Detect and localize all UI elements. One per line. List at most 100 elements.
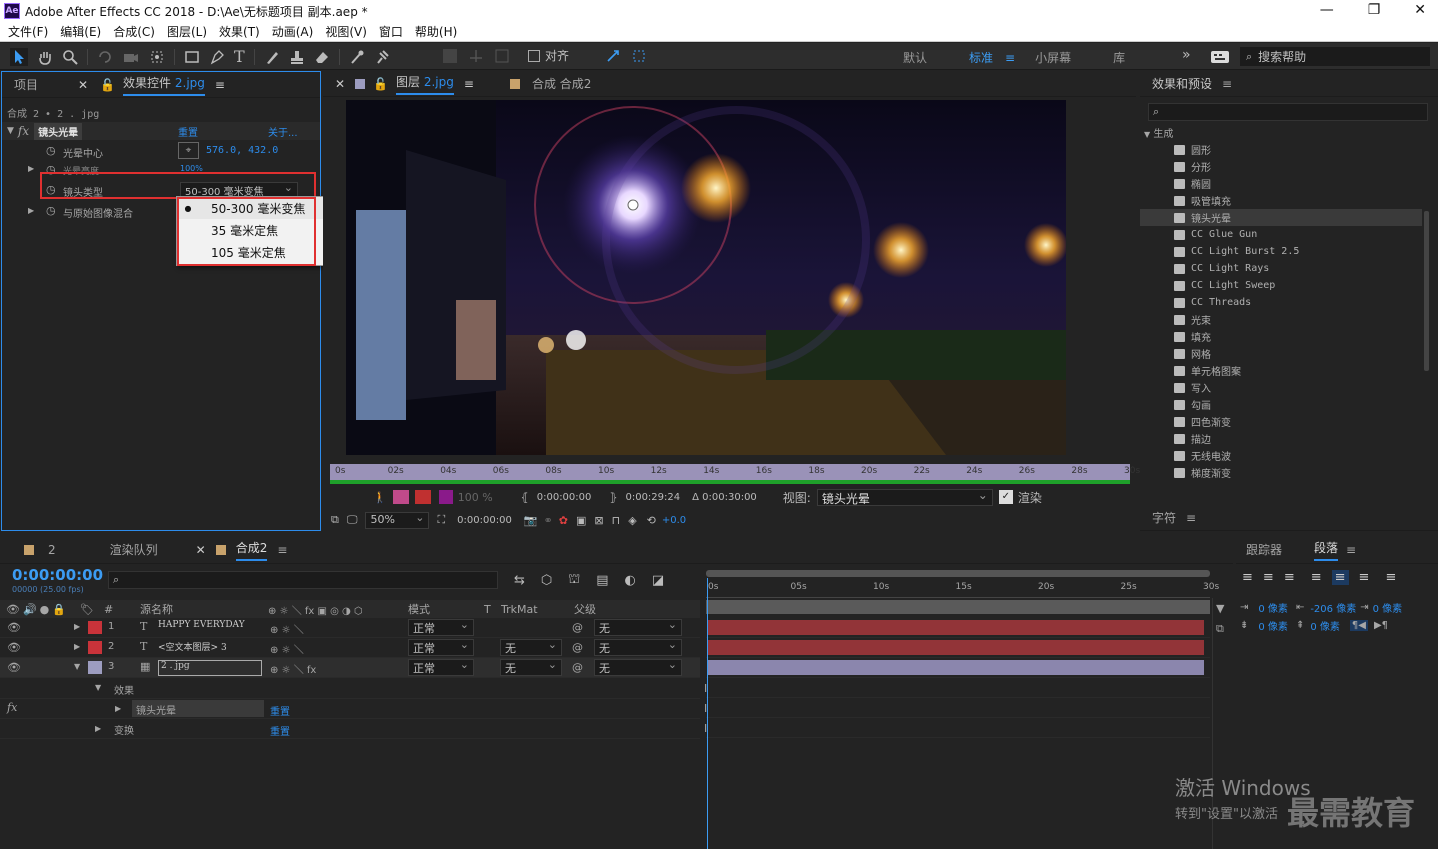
- eye-icon[interactable]: 👁: [7, 621, 21, 634]
- monitor-icon[interactable]: 🖵: [347, 513, 358, 527]
- always-preview-icon[interactable]: ⧉: [331, 513, 339, 527]
- effect-list-item[interactable]: CC Threads: [1140, 294, 1422, 311]
- expand-arrow-icon[interactable]: ▶: [28, 206, 34, 215]
- tab-render-queue[interactable]: 渲染队列: [110, 541, 158, 558]
- pickwhip-icon[interactable]: @: [572, 621, 583, 634]
- effect-list-item[interactable]: CC Light Burst 2.5: [1140, 243, 1422, 260]
- snap-toggle[interactable]: 对齐: [528, 47, 569, 64]
- indent-left-value[interactable]: 0 像素: [1258, 600, 1288, 615]
- menu-item[interactable]: 窗口: [379, 23, 403, 40]
- expand-arrow-icon[interactable]: ▶: [95, 724, 101, 733]
- audio-icon[interactable]: 🔊: [23, 603, 37, 616]
- out-time[interactable]: 0:00:29:24: [625, 492, 680, 503]
- pen-tool-icon[interactable]: [209, 49, 225, 65]
- layer-name[interactable]: 2 . jpg: [158, 660, 262, 676]
- effect-list-item[interactable]: 镜头光晕: [1140, 209, 1422, 226]
- rectangle-tool-icon[interactable]: [184, 49, 200, 65]
- space-before-value[interactable]: 0 像素: [1258, 618, 1288, 633]
- category-generate[interactable]: ▼ 生成: [1144, 125, 1173, 140]
- effect-list-item[interactable]: 描边: [1140, 430, 1422, 447]
- panel-menu-icon[interactable]: ≡: [1186, 511, 1196, 525]
- reset-link[interactable]: 重置: [270, 723, 290, 738]
- effect-list-item[interactable]: CC Light Sweep: [1140, 277, 1422, 294]
- guides-icon[interactable]: ⊓: [612, 514, 621, 527]
- out-point-icon[interactable]: [414, 490, 431, 504]
- parent-select[interactable]: 无: [594, 618, 682, 636]
- snap-feature-icon[interactable]: [605, 48, 621, 64]
- justify-left-icon[interactable]: ≡: [1311, 570, 1322, 585]
- panel-menu-icon[interactable]: ≡: [1346, 543, 1356, 557]
- tab-effect-controls[interactable]: 效果控件 2.jpg: [123, 74, 205, 96]
- pickwhip-icon[interactable]: @: [572, 661, 583, 674]
- switch-icons[interactable]: ⊕ ☼ ＼: [270, 641, 304, 656]
- comp-button-icon[interactable]: ⧉: [1216, 622, 1224, 636]
- expand-arrow-icon[interactable]: ▶: [28, 164, 34, 173]
- effect-list-item[interactable]: CC Light Rays: [1140, 260, 1422, 277]
- switches-icons[interactable]: ⊕ ☼ ＼ fx ▣ ◎ ◑ ⬡: [268, 602, 363, 617]
- work-area[interactable]: [706, 600, 1210, 614]
- stopwatch-icon[interactable]: ◷: [46, 144, 56, 157]
- fx-icon[interactable]: fx: [18, 124, 29, 138]
- indent-right-value[interactable]: 0 像素: [1373, 600, 1403, 615]
- workspace-0[interactable]: 默认: [903, 49, 927, 66]
- time-ruler[interactable]: 0s 05s 10s 15s 20s 25s 30s: [706, 578, 1219, 598]
- selection-tool-icon[interactable]: [10, 47, 28, 66]
- effect-list-item[interactable]: 网格: [1140, 345, 1422, 362]
- layer-row[interactable]: 👁▶2T<空文本图层> 3⊕ ☼ ＼正常无@无: [0, 638, 700, 658]
- eye-icon[interactable]: 👁: [6, 603, 20, 616]
- col-source-name[interactable]: 源名称: [140, 601, 173, 617]
- col-trkmat[interactable]: TrkMat: [501, 603, 538, 616]
- close-icon[interactable]: ✕: [335, 77, 345, 91]
- in-time[interactable]: 0:00:00:00: [537, 492, 592, 503]
- out-bracket-icon[interactable]: ⦄: [609, 491, 617, 504]
- current-time[interactable]: 0:00:00:00: [457, 515, 512, 526]
- motion-blur-icon[interactable]: ◐: [625, 573, 636, 588]
- effect-list-item[interactable]: 分形: [1140, 158, 1422, 175]
- render-checkbox[interactable]: ✓: [998, 490, 1013, 504]
- view-axis-icon[interactable]: [494, 48, 510, 64]
- layer-duration-bar[interactable]: [708, 640, 1204, 655]
- clone-stamp-tool-icon[interactable]: [289, 49, 305, 65]
- col-parent[interactable]: 父级: [574, 601, 596, 617]
- comp-mini-flowchart-icon[interactable]: ⇆: [514, 573, 525, 588]
- trkmat-select[interactable]: 无: [500, 638, 562, 656]
- fx-icon[interactable]: fx: [7, 701, 17, 714]
- help-search-box[interactable]: ⌕ 搜索帮助: [1240, 47, 1430, 66]
- label-color[interactable]: [88, 621, 102, 634]
- pickwhip-icon[interactable]: @: [572, 641, 583, 654]
- lock-icon[interactable]: 🔓: [373, 77, 388, 91]
- resolution-icon[interactable]: ▣: [576, 514, 586, 527]
- reset-exposure-icon[interactable]: ⟲: [647, 514, 656, 527]
- close-icon[interactable]: ✕: [1414, 2, 1426, 18]
- justify-all-icon[interactable]: ≡: [1385, 570, 1396, 585]
- workspace-menu-icon[interactable]: ≡: [1005, 51, 1015, 65]
- flare-center-value[interactable]: 576.0, 432.0: [206, 145, 278, 156]
- space-after-value[interactable]: 0 像素: [1310, 618, 1340, 633]
- region-icon[interactable]: ⛶: [437, 513, 445, 527]
- panel-menu-icon[interactable]: ≡: [464, 77, 474, 91]
- justify-right-icon[interactable]: ≡: [1359, 570, 1370, 585]
- layer-preview-image[interactable]: [346, 100, 1066, 455]
- effect-name-label[interactable]: 镜头光晕: [34, 122, 83, 140]
- exposure-value[interactable]: +0.0: [662, 515, 686, 526]
- pan-behind-tool-icon[interactable]: [149, 49, 165, 65]
- tab-comp-2-active[interactable]: 合成2: [235, 539, 268, 561]
- effects-search-input[interactable]: ⌕: [1148, 103, 1428, 121]
- view-select[interactable]: 镜头光晕: [816, 488, 993, 506]
- grid-icon[interactable]: ◈: [628, 514, 636, 527]
- channel-icon[interactable]: ✿: [559, 514, 568, 527]
- switch-icons[interactable]: ⊕ ☼ ＼ fx: [270, 661, 316, 676]
- close-icon[interactable]: ✕: [196, 543, 206, 557]
- timeline-search-input[interactable]: ⌕: [108, 571, 498, 589]
- brush-tool-icon[interactable]: [264, 49, 280, 65]
- tab-comp-2[interactable]: 2: [48, 543, 56, 557]
- menu-item[interactable]: 编辑(E): [60, 23, 101, 40]
- expand-arrow-icon[interactable]: ▼: [74, 662, 80, 671]
- align-right-icon[interactable]: ≡: [1284, 570, 1295, 585]
- col-mode[interactable]: 模式: [408, 601, 430, 617]
- layer-row[interactable]: 👁▼3▦2 . jpg⊕ ☼ ＼ fx正常无@无: [0, 658, 700, 678]
- hand-tool-icon[interactable]: [37, 49, 53, 65]
- panel-menu-icon[interactable]: ≡: [277, 543, 287, 557]
- layer-time-ruler[interactable]: 0s 02s 04s 06s 08s 10s 12s 14s 16s 18s 20s 22s 24s 26…: [330, 464, 1140, 480]
- workspace-overflow-icon[interactable]: »: [1182, 47, 1191, 63]
